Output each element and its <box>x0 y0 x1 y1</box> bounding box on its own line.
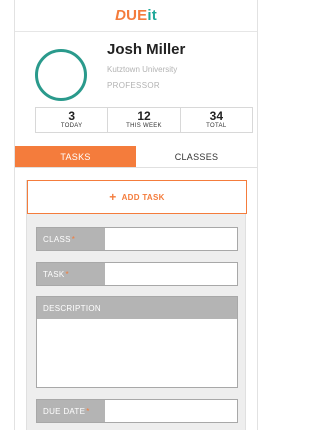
class-field: CLASS * <box>36 227 238 251</box>
add-task-label: ADD TASK <box>121 192 165 202</box>
task-field-label: TASK * <box>37 263 105 285</box>
stat-total: 34 TOTAL <box>181 108 252 132</box>
due-date-field-label: DUE DATE * <box>37 400 105 422</box>
app-logo: D UE it <box>115 7 157 24</box>
required-mark: * <box>65 269 69 279</box>
add-task-button[interactable]: + ADD TASK <box>27 180 247 214</box>
due-date-input[interactable] <box>105 400 237 422</box>
description-field: DESCRIPTION <box>36 296 238 388</box>
stat-week-number: 12 <box>137 109 151 123</box>
task-form-panel: + ADD TASK CLASS * TASK * DESCRIPTION DUE … <box>26 180 247 430</box>
stat-total-label: TOTAL <box>206 123 227 129</box>
required-mark: * <box>86 406 90 416</box>
due-date-field: DUE DATE * <box>36 399 238 423</box>
app-header: D UE it <box>15 0 257 32</box>
class-label-text: CLASS <box>43 234 71 244</box>
profile-name: Josh Miller <box>107 41 186 58</box>
profile-university: Kutztown University <box>107 65 178 74</box>
description-label: DESCRIPTION <box>37 297 237 319</box>
class-field-label: CLASS * <box>37 228 105 250</box>
task-label-text: TASK <box>43 269 65 279</box>
app-frame: D UE it Josh Miller Kutztown University PR… <box>14 0 258 430</box>
stat-today-label: TODAY <box>60 123 83 129</box>
logo-it: it <box>147 7 157 24</box>
stat-total-number: 34 <box>209 109 223 123</box>
due-date-label-text: DUE DATE <box>43 406 86 416</box>
stat-today-number: 3 <box>68 109 75 123</box>
task-field: TASK * <box>36 262 238 286</box>
required-mark: * <box>71 234 76 244</box>
task-stats: 3 TODAY 12 THIS WEEK 34 TOTAL <box>35 107 253 133</box>
task-input[interactable] <box>105 263 237 285</box>
class-input[interactable] <box>105 228 237 250</box>
stat-this-week: 12 THIS WEEK <box>108 108 181 132</box>
tab-tasks[interactable]: TASKS <box>15 146 136 167</box>
logo-ue: UE <box>126 7 148 24</box>
profile-role: PROFESSOR <box>107 81 160 90</box>
description-textarea[interactable] <box>37 319 237 387</box>
logo-d: D <box>115 7 127 24</box>
plus-icon: + <box>109 190 117 204</box>
tab-classes[interactable]: CLASSES <box>136 146 257 167</box>
stat-week-label: THIS WEEK <box>126 123 162 129</box>
avatar[interactable] <box>35 49 87 101</box>
tab-bar: TASKS CLASSES <box>15 146 257 168</box>
profile-card: Josh Miller Kutztown University PROFESSO… <box>15 33 257 103</box>
stat-today: 3 TODAY <box>36 108 109 132</box>
